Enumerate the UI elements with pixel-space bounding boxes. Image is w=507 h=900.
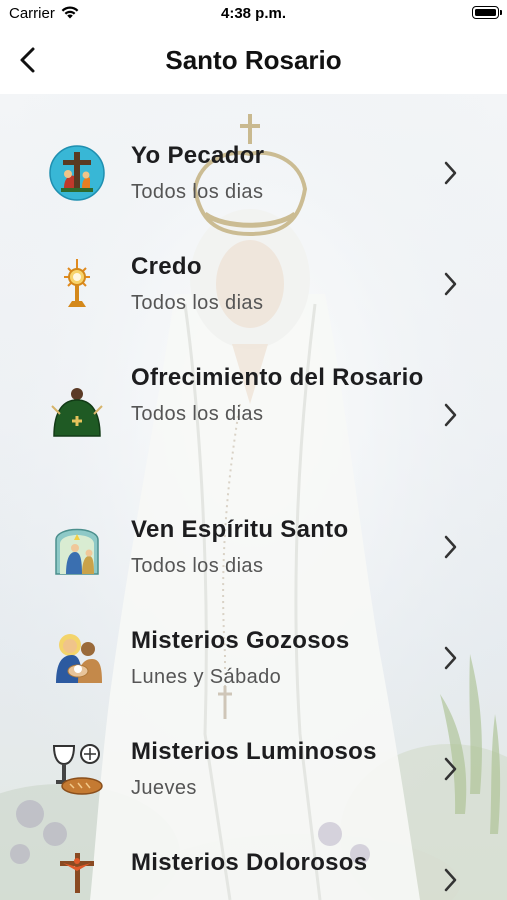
chevron-right-icon [444, 272, 457, 296]
list-item-ven-espiritu-santo[interactable]: Ven Espíritu Santo Todos los dias [0, 510, 507, 586]
list-item-credo[interactable]: Credo Todos los dias [0, 247, 507, 323]
item-subtitle: Todos los dias [131, 181, 264, 203]
chevron-right-icon [444, 403, 457, 427]
item-title: Misterios Gozosos [131, 627, 350, 654]
item-title: Misterios Dolorosos [131, 849, 368, 876]
status-bar: Carrier 4:38 p.m. [0, 0, 507, 28]
item-title: Misterios Luminosos [131, 738, 377, 765]
chevron-right-icon [444, 868, 457, 892]
penitent-cross-icon [48, 144, 106, 202]
item-subtitle: Lunes y Sábado [131, 666, 282, 688]
list-item-misterios-luminosos[interactable]: Misterios Luminosos Jueves [0, 732, 507, 808]
list-item-ofrecimiento-del-rosario[interactable]: Ofrecimiento del Rosario Todos los dias [0, 358, 507, 474]
list-item-misterios-gozosos[interactable]: Misterios Gozosos Lunes y Sábado [0, 621, 507, 697]
battery-icon [472, 6, 502, 19]
chasuble-icon [48, 386, 106, 444]
item-subtitle: Todos los dias [131, 555, 264, 577]
item-title: Yo Pecador [131, 142, 265, 169]
list-item-yo-pecador[interactable]: Yo Pecador Todos los dias [0, 136, 507, 212]
item-subtitle: Todos los dias [131, 403, 264, 425]
chevron-right-icon [444, 535, 457, 559]
item-subtitle: Todos los dias [131, 292, 264, 314]
page-title: Santo Rosario [165, 45, 342, 75]
item-subtitle: Jueves [131, 777, 197, 799]
item-title: Credo [131, 253, 202, 280]
chalice-bread-icon [48, 740, 106, 798]
item-title: Ven Espíritu Santo [131, 516, 349, 543]
status-time: 4:38 p.m. [220, 5, 287, 22]
crucifix-icon [48, 851, 106, 900]
holy-family-icon [48, 629, 106, 687]
list-item-misterios-dolorosos[interactable]: Misterios Dolorosos [0, 843, 507, 900]
monstrance-icon [48, 255, 106, 313]
chevron-right-icon [444, 646, 457, 670]
item-title: Ofrecimiento del Rosario [131, 364, 424, 391]
chevron-right-icon [444, 161, 457, 185]
pentecost-icon [48, 518, 106, 576]
chevron-right-icon [444, 757, 457, 781]
navigation-bar: Santo Rosario [0, 28, 507, 94]
